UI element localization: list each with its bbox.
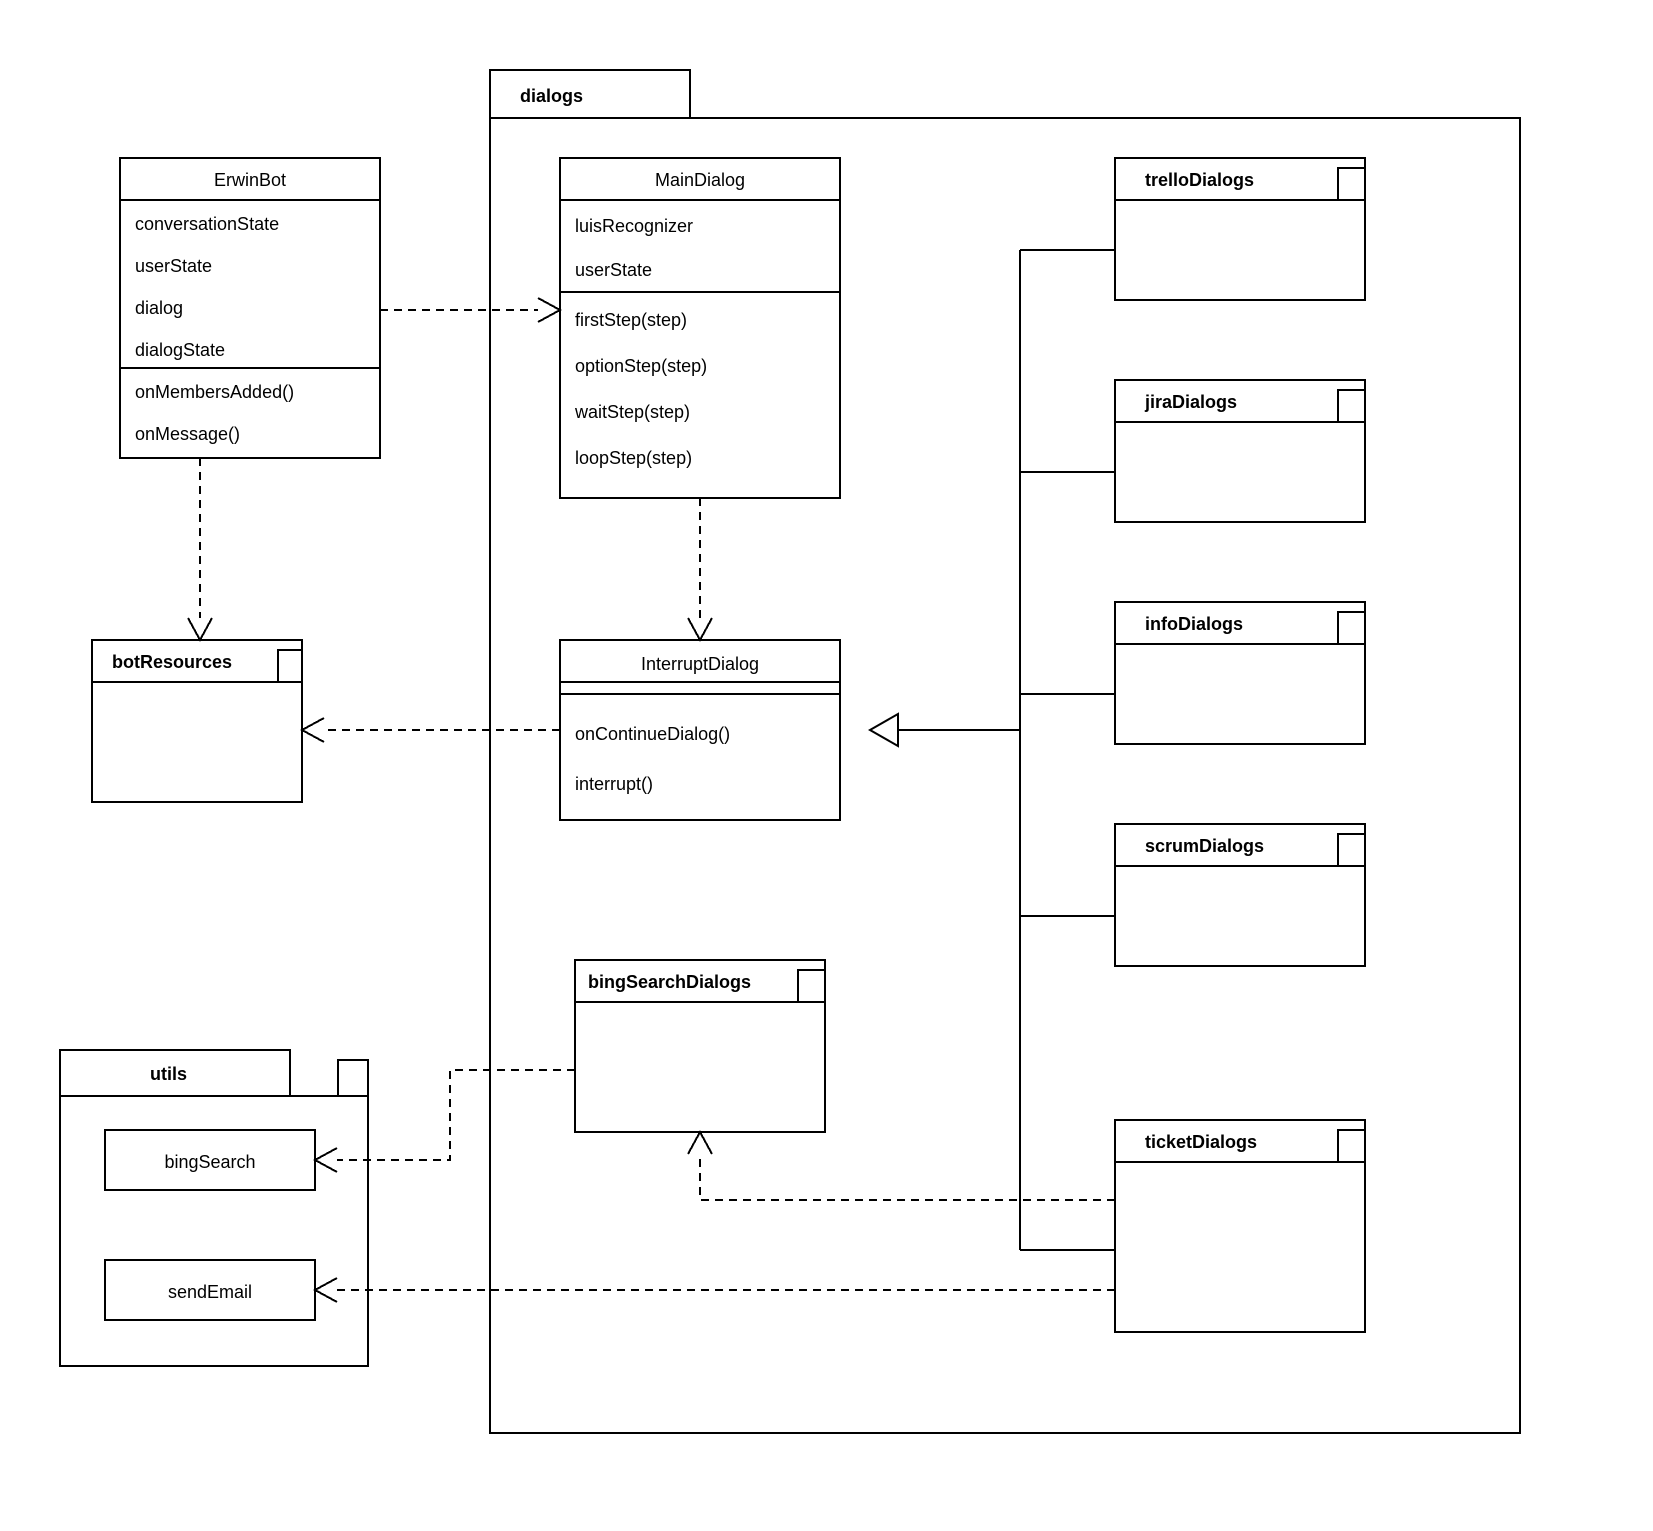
package-trellodialogs-label: trelloDialogs <box>1145 170 1254 190</box>
package-infodialogs-label: infoDialogs <box>1145 614 1243 634</box>
class-erwinbot: ErwinBot conversationState userState dia… <box>120 158 380 458</box>
package-ticketdialogs: ticketDialogs <box>1115 1120 1365 1332</box>
package-utils: utils bingSearch sendEmail <box>60 1050 368 1366</box>
svg-text:waitStep(step): waitStep(step) <box>574 402 690 422</box>
package-jiradialogs-label: jiraDialogs <box>1144 392 1237 412</box>
svg-text:onMessage(): onMessage() <box>135 424 240 444</box>
package-bingsearchdialogs-label: bingSearchDialogs <box>588 972 751 992</box>
package-infodialogs: infoDialogs <box>1115 602 1365 744</box>
dependency-erwinbot-botresources <box>188 458 212 640</box>
uml-diagram: dialogs ErwinBot conversationState userS… <box>0 0 1653 1531</box>
class-interruptdialog-name: InterruptDialog <box>641 654 759 674</box>
package-botresources: botResources <box>92 640 302 802</box>
svg-text:onMembersAdded(): onMembersAdded() <box>135 382 294 402</box>
package-scrumdialogs-label: scrumDialogs <box>1145 836 1264 856</box>
package-botresources-label: botResources <box>112 652 232 672</box>
svg-text:dialog: dialog <box>135 298 183 318</box>
svg-text:conversationState: conversationState <box>135 214 279 234</box>
svg-text:userState: userState <box>575 260 652 280</box>
package-scrumdialogs: scrumDialogs <box>1115 824 1365 966</box>
class-maindialog: MainDialog luisRecognizer userState firs… <box>560 158 840 498</box>
package-dialogs-label: dialogs <box>520 86 583 106</box>
svg-text:userState: userState <box>135 256 212 276</box>
package-utils-label: utils <box>150 1064 187 1084</box>
utils-item-bingsearch: bingSearch <box>164 1152 255 1172</box>
svg-text:interrupt(): interrupt() <box>575 774 653 794</box>
svg-text:optionStep(step): optionStep(step) <box>575 356 707 376</box>
svg-text:dialogState: dialogState <box>135 340 225 360</box>
package-trellodialogs: trelloDialogs <box>1115 158 1365 300</box>
svg-text:firstStep(step): firstStep(step) <box>575 310 687 330</box>
svg-text:loopStep(step): loopStep(step) <box>575 448 692 468</box>
package-jiradialogs: jiraDialogs <box>1115 380 1365 522</box>
class-maindialog-name: MainDialog <box>655 170 745 190</box>
class-erwinbot-name: ErwinBot <box>214 170 286 190</box>
svg-text:onContinueDialog(): onContinueDialog() <box>575 724 730 744</box>
package-ticketdialogs-label: ticketDialogs <box>1145 1132 1257 1152</box>
class-interruptdialog: InterruptDialog onContinueDialog() inter… <box>560 640 840 820</box>
package-bingsearchdialogs: bingSearchDialogs <box>575 960 825 1132</box>
utils-item-sendemail: sendEmail <box>168 1282 252 1302</box>
svg-text:luisRecognizer: luisRecognizer <box>575 216 693 236</box>
